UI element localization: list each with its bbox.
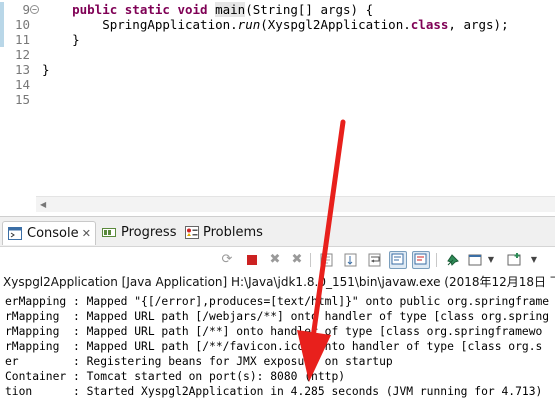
collapse-icon[interactable]: − <box>30 5 39 14</box>
word-wrap-icon[interactable] <box>366 251 384 269</box>
code-editor[interactable]: 9− public static void main(String[] args… <box>0 0 555 212</box>
line-number: 9 <box>22 2 30 17</box>
log-line: erMapping : Mapped "{[/error],produces=[… <box>5 295 550 308</box>
tab-progress-label: Progress <box>121 225 177 240</box>
code-text: public static void main(String[] args) { <box>42 2 374 17</box>
console-output[interactable]: erMapping : Mapped "{[/error],produces=[… <box>0 291 555 405</box>
log-line: tion : Started Xyspgl2Application in 4.2… <box>5 385 543 398</box>
launch-configuration-label: Xyspgl2Application [Java Application] H:… <box>3 275 555 289</box>
pin-console-icon[interactable] <box>444 251 462 269</box>
line-number: 15 <box>14 92 30 107</box>
line-number: 14 <box>14 77 30 92</box>
line-number: 11 <box>14 32 30 47</box>
clear-console-icon[interactable] <box>318 251 336 269</box>
progress-icon <box>102 228 116 237</box>
code-line: 13} <box>0 62 555 77</box>
view-menu-icon[interactable]: ▼ <box>528 251 540 269</box>
console-view: Console ✕ Progress Problems ⟳ ✖ ✖ ▼ ▼ Xy… <box>0 216 555 405</box>
console-toolbar: ⟳ ✖ ✖ ▼ ▼ <box>0 247 555 273</box>
log-line: rMapping : Mapped URL path [/webjars/**]… <box>5 310 550 323</box>
log-line: rMapping : Mapped URL path [/**] onto ha… <box>5 325 543 338</box>
console-icon <box>8 227 22 240</box>
tab-problems-label: Problems <box>203 225 263 240</box>
scroll-left-icon[interactable]: ◀ <box>40 200 46 209</box>
code-line: 11 } <box>0 32 555 47</box>
scroll-lock-icon[interactable] <box>342 251 360 269</box>
view-tab-bar: Console ✕ Progress Problems <box>0 217 555 247</box>
code-line: 12 <box>0 47 555 62</box>
code-line: 10 SpringApplication.run(Xyspgl2Applicat… <box>0 17 555 32</box>
display-console-icon[interactable] <box>467 251 485 269</box>
log-line: er : Registering beans for JMX exposure … <box>5 355 393 368</box>
code-line: 15 <box>0 92 555 107</box>
line-number: 10 <box>14 17 30 32</box>
log-line: rMapping : Mapped URL path [/**/favicon.… <box>5 340 543 353</box>
line-number: 12 <box>14 47 30 62</box>
code-text: SpringApplication.run(Xyspgl2Application… <box>42 17 509 32</box>
close-icon[interactable]: ✕ <box>82 222 91 246</box>
remove-all-terminated-icon[interactable]: ✖ <box>288 251 306 269</box>
problems-icon <box>185 226 199 239</box>
show-stdout-icon[interactable] <box>389 251 407 269</box>
log-line: Container : Tomcat started on port(s): 8… <box>5 370 346 383</box>
code-text: } <box>42 62 50 77</box>
chevron-down-icon[interactable]: ▼ <box>485 251 497 269</box>
tab-progress[interactable]: Progress <box>100 221 180 245</box>
code-line: 9− public static void main(String[] args… <box>0 2 555 17</box>
line-number: 13 <box>14 62 30 77</box>
open-console-icon[interactable] <box>506 251 524 269</box>
tab-problems[interactable]: Problems <box>184 221 264 245</box>
terminate-icon[interactable] <box>243 251 261 269</box>
remove-launch-icon[interactable]: ⟳ <box>218 251 236 269</box>
remove-terminated-icon[interactable]: ✖ <box>266 251 284 269</box>
tab-console-label: Console <box>27 226 79 241</box>
tab-console[interactable]: Console ✕ <box>2 221 96 245</box>
show-stderr-icon[interactable] <box>412 251 430 269</box>
editor-horizontal-scrollbar[interactable]: ◀ <box>36 196 555 212</box>
code-text: } <box>42 32 80 47</box>
code-line: 14 <box>0 77 555 92</box>
